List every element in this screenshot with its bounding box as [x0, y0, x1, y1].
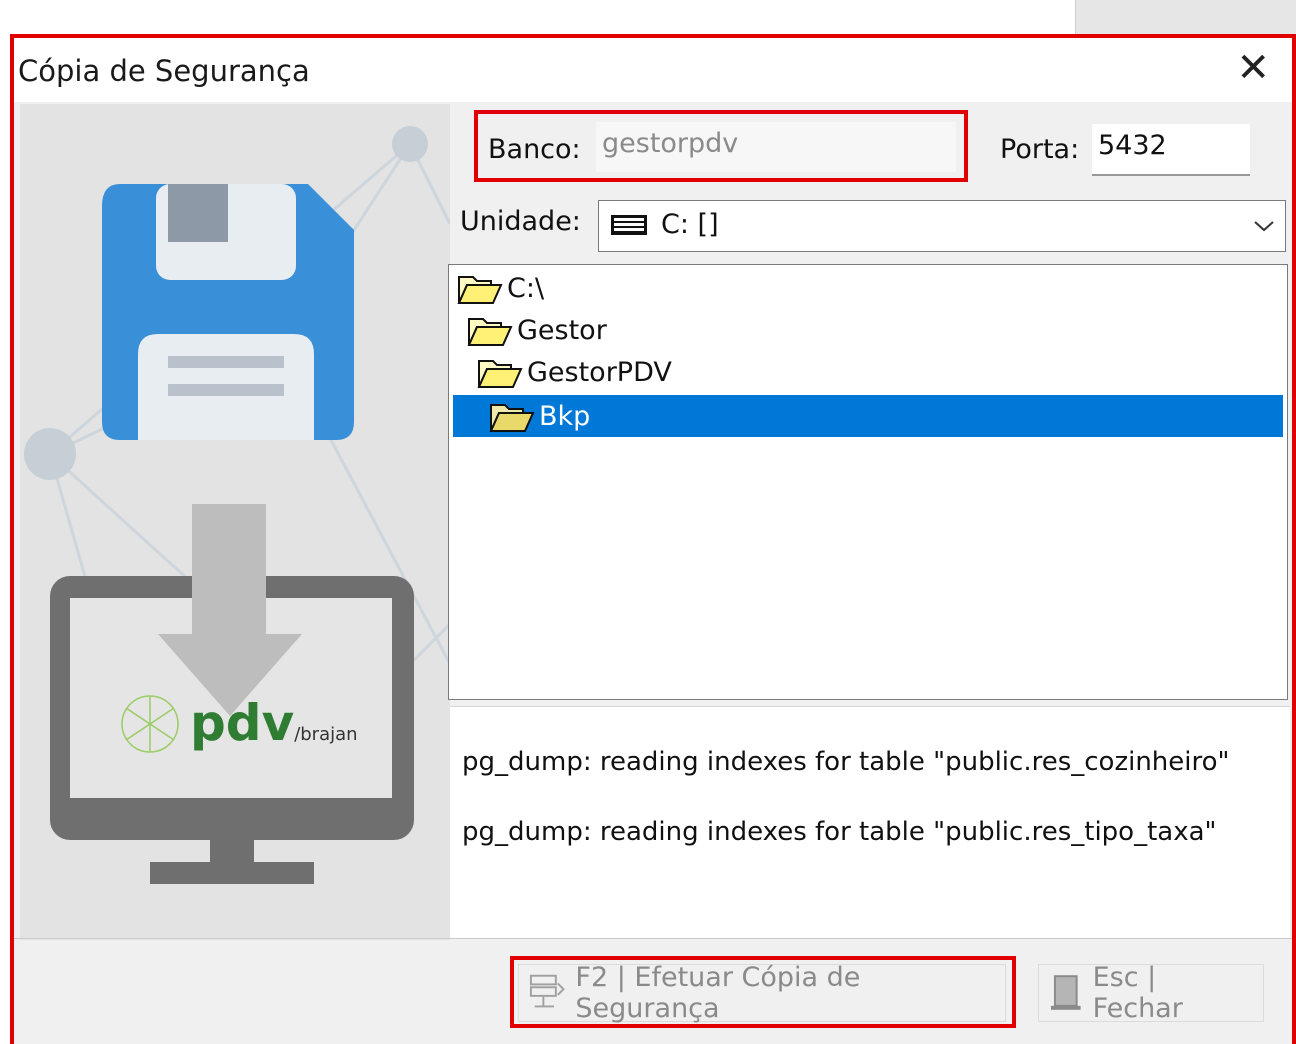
unidade-label: Unidade:: [460, 206, 581, 237]
log-line: pg_dump: reading indexes for table "publ…: [462, 817, 1217, 847]
tree-item-gestorpdv[interactable]: GestorPDV: [477, 351, 672, 393]
drive-icon: [611, 215, 647, 235]
log-output: pg_dump: reading indexes for table "publ…: [450, 706, 1290, 939]
close-button[interactable]: Esc | Fechar: [1038, 962, 1264, 1024]
server-backup-icon: [529, 974, 565, 1008]
tree-item-gestor[interactable]: Gestor: [467, 309, 607, 351]
banco-field[interactable]: gestorpdv: [596, 122, 956, 172]
backup-dialog: Cópia de Segurança ✕ pdv/brajan Banco: g…: [10, 34, 1296, 1044]
dialog-title: Cópia de Segurança: [18, 54, 310, 88]
unidade-select[interactable]: C: []: [598, 200, 1286, 252]
log-line: pg_dump: reading indexes for table "publ…: [462, 747, 1230, 777]
monitor-icon: [50, 504, 414, 884]
backup-button-label: F2 | Efetuar Cópia de Segurança: [575, 962, 861, 1024]
unidade-value: C: []: [661, 209, 719, 240]
illustration-panel: pdv/brajan: [20, 104, 450, 940]
porta-label: Porta:: [1000, 134, 1080, 165]
title-bar: Cópia de Segurança ✕: [14, 38, 1296, 102]
folder-open-icon: [457, 276, 503, 304]
banco-label: Banco:: [488, 134, 581, 165]
floppy-disk-icon: [102, 184, 354, 440]
door-exit-icon: [1050, 975, 1081, 1010]
folder-open-icon: [467, 318, 513, 346]
porta-field[interactable]: 5432: [1092, 124, 1250, 176]
pdv-logo: pdv/brajan: [190, 694, 358, 752]
folder-open-icon: [489, 404, 535, 432]
close-button-label: Esc | Fechar: [1092, 962, 1183, 1024]
directory-tree[interactable]: C:\ Gestor GestorPDV Bkp: [448, 264, 1288, 700]
background-window-strip: [1075, 0, 1296, 34]
chevron-down-icon: [1254, 221, 1274, 232]
tree-item-root[interactable]: C:\: [457, 267, 544, 309]
close-icon[interactable]: ✕: [1236, 48, 1270, 88]
footer-separator: [14, 938, 1296, 939]
backup-button[interactable]: F2 | Efetuar Cópia de Segurança: [518, 962, 1006, 1024]
tree-item-bkp[interactable]: Bkp: [453, 395, 1283, 437]
folder-open-icon: [477, 360, 523, 388]
